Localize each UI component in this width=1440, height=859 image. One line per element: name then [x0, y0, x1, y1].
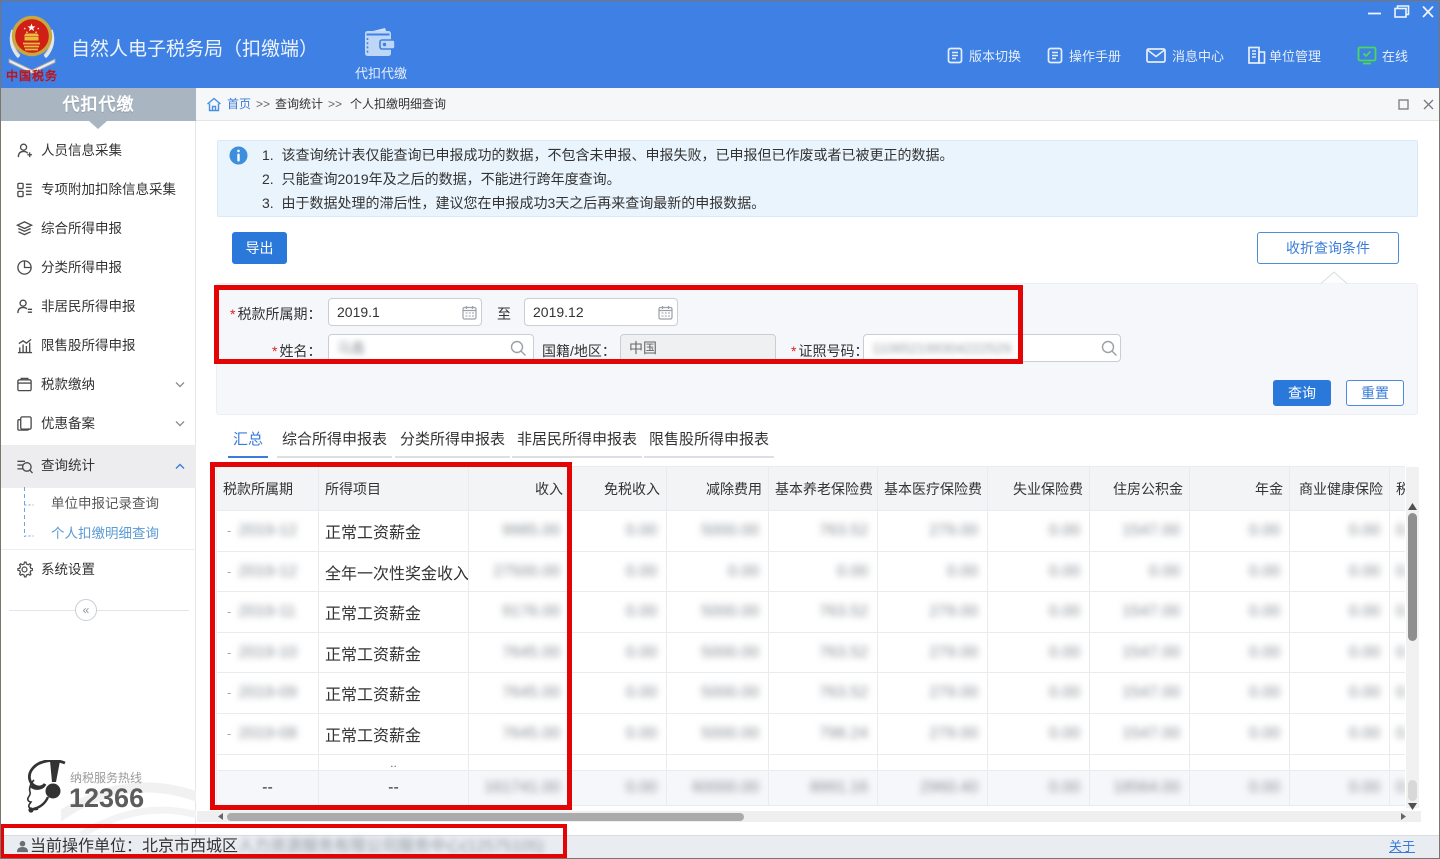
svg-text:中国税务: 中国税务 [6, 68, 58, 82]
